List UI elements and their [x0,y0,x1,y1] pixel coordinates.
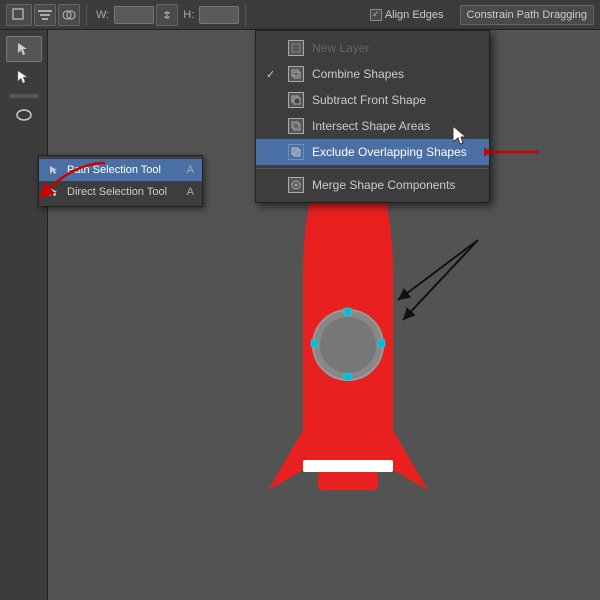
menu-icon-exclude [288,144,304,160]
menu-item-merge[interactable]: Merge Shape Components [256,172,489,198]
menu-label-combine: Combine Shapes [312,67,404,81]
menu-label-subtract: Subtract Front Shape [312,93,426,107]
direct-selection-shortcut: A [187,186,194,198]
align-edges-label: Align Edges [385,9,444,21]
menu-separator [256,168,489,169]
align-edges-checkbox[interactable]: ✓ [370,9,382,21]
align-edges-control[interactable]: ✓ Align Edges [370,9,444,21]
menu-check-combine: ✓ [266,68,280,81]
red-arrow-tool-popup [40,158,110,201]
move-tool-btn[interactable] [6,36,42,62]
ellipse-tool-btn[interactable] [6,102,42,128]
menu-icon-new [288,40,304,56]
path-ops-btn[interactable] [58,4,80,26]
menu-item-combine[interactable]: ✓ Combine Shapes [256,61,489,87]
menu-label-merge: Merge Shape Components [312,178,455,192]
menu-icon-intersect [288,118,304,134]
menu-item-intersect[interactable]: Intersect Shape Areas [256,113,489,139]
shape-mode-group [6,4,87,26]
link-dimensions-btn[interactable] [156,4,178,26]
height-input[interactable] [199,6,239,24]
menu-label-intersect: Intersect Shape Areas [312,119,430,133]
menu-check-new [266,42,280,54]
menu-check-exclude [266,146,280,158]
menu-icon-merge [288,177,304,193]
menu-label-exclude: Exclude Overlapping Shapes [312,145,467,159]
width-input[interactable] [114,6,154,24]
menu-item-new-layer[interactable]: New Layer [256,35,489,61]
constrain-path-btn[interactable]: Constrain Path Dragging [460,5,594,25]
w-label: W: [93,9,112,21]
menu-check-intersect [266,120,280,132]
menu-item-exclude[interactable]: Exclude Overlapping Shapes [256,139,489,165]
constrain-label: Constrain Path Dragging [467,9,587,21]
menu-icon-combine [288,66,304,82]
shape-dropdown-btn[interactable] [6,4,32,26]
left-tool-panel [0,30,48,600]
menu-icon-subtract [288,92,304,108]
align-btn[interactable] [34,4,56,26]
menu-check-merge [266,179,280,191]
menu-label-new-layer: New Layer [312,41,369,55]
h-label: H: [180,9,197,21]
path-selection-shortcut: A [187,164,194,176]
shape-operations-dropdown: New Layer ✓ Combine Shapes Subtract Fron… [255,30,490,203]
annotation-arrows-svg [338,230,518,380]
menu-item-subtract[interactable]: Subtract Front Shape [256,87,489,113]
direct-select-btn[interactable] [6,64,42,90]
main-toolbar: W: H: ✓ Align Edges Constrain Path Dragg… [0,0,600,30]
dimensions-group: W: H: [93,4,246,26]
menu-check-subtract [266,94,280,106]
menu-arrow-right [484,142,544,162]
